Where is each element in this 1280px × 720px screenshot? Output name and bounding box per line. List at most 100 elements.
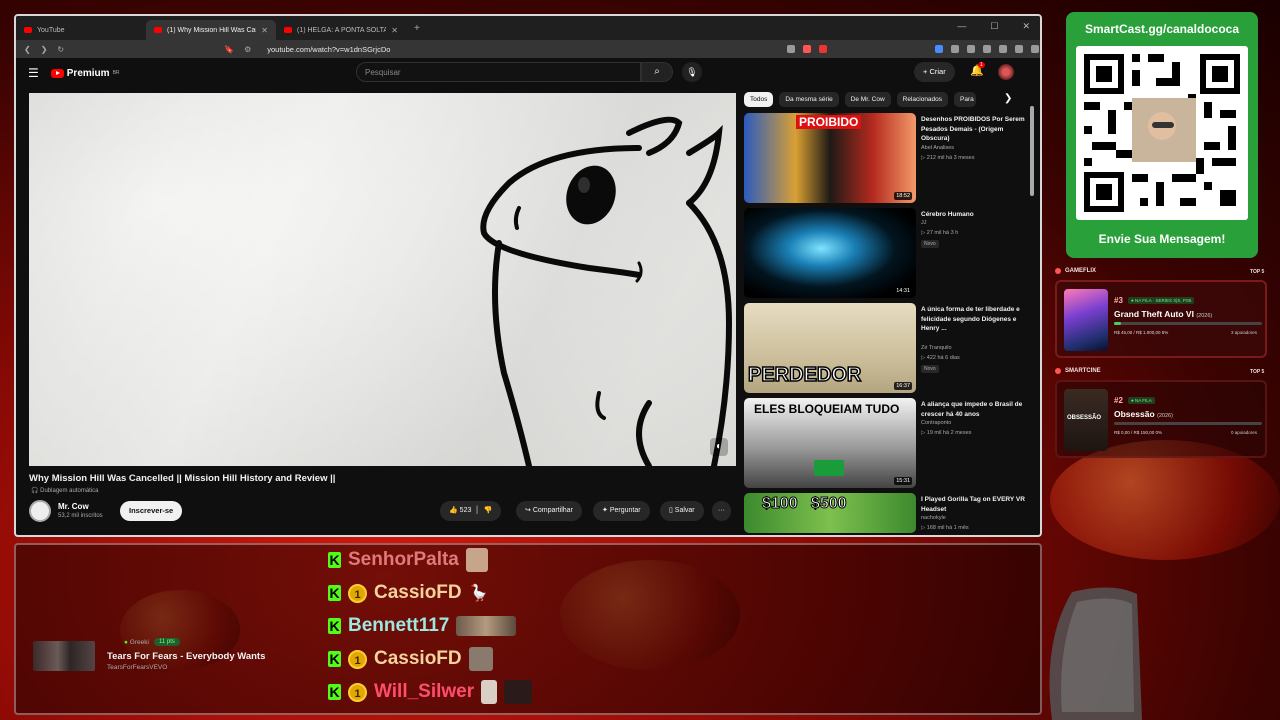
youtube-logo[interactable]: Premium BR bbox=[50, 68, 120, 79]
gameflix-card[interactable]: #3 ● NA FILA · SERIES X|S, PS5 Grand The… bbox=[1055, 280, 1267, 358]
chip-all[interactable]: Todos bbox=[744, 92, 774, 107]
download-icon[interactable] bbox=[1015, 45, 1024, 53]
bookmarks-icon[interactable] bbox=[999, 45, 1008, 53]
video-player[interactable]: ◐ bbox=[29, 93, 736, 466]
coin-icon: 1 bbox=[348, 583, 367, 603]
rec-thumbnail[interactable]: ELES BLOQUEIAM TUDO 15:31 bbox=[744, 398, 916, 488]
rewards-icon[interactable] bbox=[819, 45, 828, 53]
ask-button[interactable]: ✦ Perguntar bbox=[593, 501, 650, 521]
progress-bar bbox=[1114, 322, 1262, 325]
emote bbox=[465, 548, 488, 572]
smartcine-label: SMARTCINE bbox=[1055, 368, 1101, 374]
funding-meta: R$ 0,00 / R$ 150,00 0% bbox=[1114, 430, 1163, 435]
chip-for-you[interactable]: Para bbox=[954, 92, 977, 107]
save-button[interactable]: ▯ Salvar bbox=[660, 501, 704, 521]
game-cover bbox=[1064, 289, 1108, 351]
vpn-icon[interactable] bbox=[1031, 45, 1040, 53]
duration: 14:31 bbox=[894, 287, 912, 295]
duration: 16:37 bbox=[894, 382, 912, 390]
save-label: Salvar bbox=[674, 507, 695, 514]
like-button[interactable]: 👍 523 │ 👎 bbox=[440, 501, 502, 521]
progress-fill bbox=[1114, 322, 1122, 325]
link-icon[interactable] bbox=[967, 45, 976, 53]
site-info-icon[interactable]: ⚙ bbox=[244, 45, 251, 54]
rec-thumbnail[interactable]: 14:31 bbox=[744, 208, 916, 298]
game-name: Grand Theft Auto VI bbox=[1114, 309, 1194, 319]
smartcine-text: SMARTCINE bbox=[1065, 368, 1101, 374]
chip-from-channel[interactable]: De Mr. Cow bbox=[844, 92, 891, 107]
rec-thumbnail[interactable]: PERDEDOR 16:37 bbox=[744, 303, 916, 393]
avatar[interactable] bbox=[998, 64, 1014, 80]
rec-video[interactable]: PERDEDOR 16:37 A única forma de ter libe… bbox=[744, 303, 1024, 393]
back-icon[interactable]: ❮ bbox=[24, 45, 31, 54]
cast-icon[interactable] bbox=[787, 45, 796, 53]
brave-shield-icon[interactable] bbox=[803, 45, 812, 53]
more-actions-button[interactable]: ··· bbox=[712, 501, 731, 521]
channel-watermark[interactable]: ◐ bbox=[710, 438, 728, 456]
voice-search-button[interactable]: 🎙 bbox=[682, 62, 702, 82]
chat-message: K 1 CassioFD bbox=[328, 647, 493, 671]
rec-title: Cérebro Humano bbox=[921, 211, 974, 218]
emote bbox=[456, 616, 517, 636]
rec-video[interactable]: ELES BLOQUEIAM TUDO 15:31 A aliança que … bbox=[744, 398, 1024, 488]
rec-thumbnail[interactable]: PROIBIDO 18:52 bbox=[744, 113, 916, 203]
filter-chips: Todos Da mesma série De Mr. Cow Relacion… bbox=[744, 92, 977, 107]
share-button[interactable]: ↪ Compartilhar bbox=[516, 501, 582, 521]
rec-meta: ▷ 422 há 6 dias bbox=[921, 355, 960, 361]
channel-avatar[interactable] bbox=[29, 500, 51, 522]
coin-icon: 1 bbox=[348, 649, 367, 669]
puzzle-icon[interactable] bbox=[951, 45, 960, 53]
dub-text: Dublagem automática bbox=[40, 488, 99, 494]
new-tab-button[interactable]: + bbox=[414, 23, 420, 34]
video-frame-drawing bbox=[480, 116, 733, 466]
coin-icon: 1 bbox=[348, 682, 367, 702]
supporters: 0 apoiadores bbox=[1230, 430, 1257, 435]
now-playing-art bbox=[33, 641, 95, 671]
url-field[interactable]: youtube.com/watch?v=w1dnSGrjcDo bbox=[267, 45, 777, 54]
rec-meta: ▷ 27 mil há 3 h bbox=[921, 230, 959, 236]
close-window-icon[interactable]: ✕ bbox=[1022, 21, 1030, 32]
close-tab-icon[interactable]: ✕ bbox=[391, 26, 398, 35]
rec-channel: Contraponto bbox=[921, 420, 952, 426]
hamburger-icon[interactable]: ☰ bbox=[28, 66, 39, 80]
create-button[interactable]: + Criar bbox=[914, 62, 955, 82]
new-badge: Novo bbox=[921, 240, 939, 248]
rec-video[interactable]: 14:31 Cérebro Humano JJ ▷ 27 mil há 3 h … bbox=[744, 208, 1024, 298]
tab-helga[interactable]: (1) HELGA: A PONTA SOLTA DE "HEY ✕ bbox=[276, 20, 406, 40]
tab-current-video[interactable]: (1) Why Mission Hill Was Cancell ✕ bbox=[146, 20, 276, 40]
search-button[interactable]: ⌕ bbox=[641, 62, 673, 82]
chevron-right-icon[interactable]: ❯ bbox=[1004, 93, 1012, 104]
dislike-icon[interactable]: 👎 bbox=[484, 507, 493, 514]
search-input[interactable]: Pesquisar bbox=[356, 62, 641, 82]
youtube-play-icon bbox=[50, 68, 64, 78]
sidebar-icon[interactable] bbox=[983, 45, 992, 53]
notification-badge: 1 bbox=[978, 62, 985, 68]
rec-video[interactable]: $100 $500 I Played Gorilla Tag on EVERY … bbox=[744, 493, 1025, 533]
scrollbar[interactable] bbox=[1030, 106, 1034, 196]
chip-same-series[interactable]: Da mesma série bbox=[779, 92, 839, 107]
minimize-icon[interactable]: — bbox=[957, 21, 966, 32]
rec-video[interactable]: PROIBIDO 18:52 Desenhos PROIBIDOS Por Se… bbox=[744, 113, 1025, 203]
channel-name[interactable]: Mr. Cow bbox=[58, 502, 89, 511]
tab-youtube[interactable]: YouTube bbox=[16, 20, 146, 40]
smartcine-icon bbox=[1055, 368, 1061, 374]
rec-channel: JJ bbox=[921, 220, 927, 226]
chip-related[interactable]: Relacionados bbox=[896, 92, 949, 107]
bookmark-icon[interactable]: 🔖 bbox=[224, 45, 234, 54]
dub-label[interactable]: 🎧 Dublagem automática bbox=[31, 487, 99, 494]
subscribe-button[interactable]: Inscrever-se bbox=[120, 501, 183, 521]
maximize-icon[interactable]: ☐ bbox=[990, 21, 998, 32]
reload-icon[interactable]: ↻ bbox=[57, 45, 64, 54]
forward-icon[interactable]: ❯ bbox=[41, 45, 48, 54]
close-tab-icon[interactable]: ✕ bbox=[261, 26, 268, 35]
smartcine-top: TOP 5 bbox=[1250, 369, 1265, 375]
rec-channel: nachokyle bbox=[921, 515, 946, 521]
qr-code[interactable] bbox=[1076, 46, 1248, 220]
queue-tag: ● NA FILA bbox=[1128, 397, 1155, 404]
supporters: 3 apoiadores bbox=[1230, 330, 1257, 335]
progress-bar bbox=[1114, 422, 1262, 425]
logo-region: BR bbox=[112, 70, 120, 76]
audio-icon[interactable] bbox=[935, 45, 944, 53]
rec-thumbnail[interactable]: $100 $500 bbox=[744, 493, 916, 533]
smartcine-card[interactable]: OBSESSÃO #2 ● NA FILA Obsessão (2026) R$… bbox=[1055, 380, 1267, 458]
